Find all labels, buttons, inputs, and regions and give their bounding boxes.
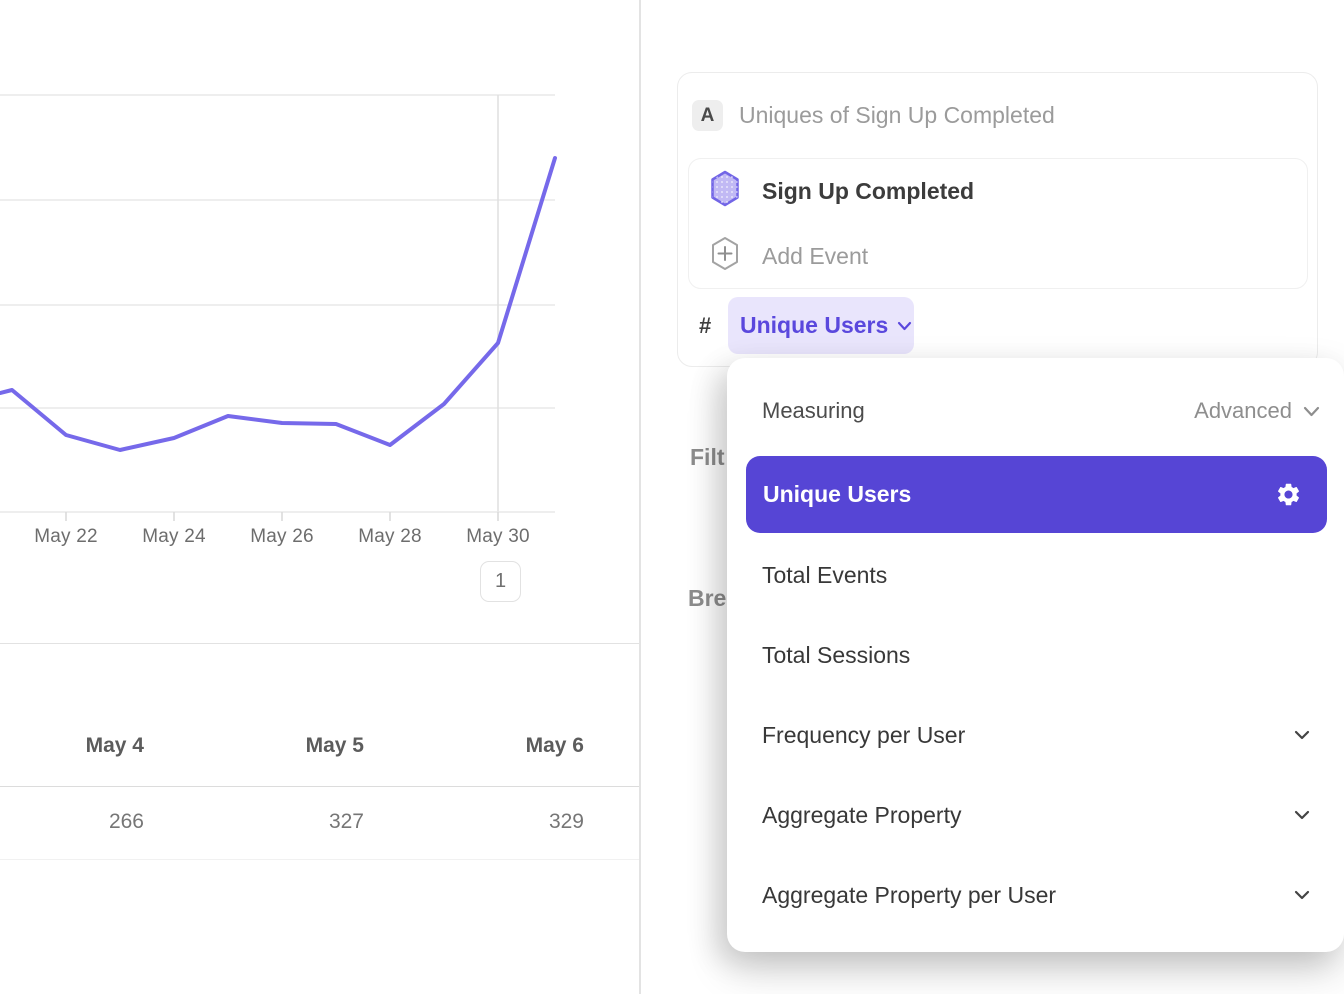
table-cell: 266 <box>4 810 144 836</box>
measuring-dropdown-menu: Measuring Advanced Unique Users Total Ev… <box>727 358 1344 952</box>
line-chart <box>0 0 640 650</box>
analytics-app: May 22 May 24 May 26 May 28 May 30 1 May… <box>0 0 1344 994</box>
chevron-down-icon <box>1303 406 1320 417</box>
query-row-badge: A <box>692 100 723 131</box>
chevron-down-icon <box>1294 890 1310 900</box>
measure-row: # Unique Users <box>699 297 914 354</box>
menu-title: Measuring <box>762 398 865 424</box>
menu-item-total-sessions[interactable]: Total Sessions <box>762 635 1310 675</box>
table-top-divider <box>0 643 639 644</box>
chevron-down-icon <box>1294 810 1310 820</box>
menu-item-label: Total Sessions <box>762 642 910 669</box>
menu-mode-label: Advanced <box>1194 398 1292 424</box>
table-header-separator <box>0 786 639 787</box>
x-axis-label: May 26 <box>236 526 328 548</box>
query-title: Uniques of Sign Up Completed <box>739 102 1055 129</box>
chevron-down-icon <box>1294 730 1310 740</box>
table-row-separator <box>0 859 639 860</box>
menu-mode-toggle[interactable]: Advanced <box>1194 398 1320 424</box>
menu-item-label: Unique Users <box>763 481 911 508</box>
menu-item-frequency-per-user[interactable]: Frequency per User <box>762 715 1310 755</box>
chevron-down-icon <box>897 321 912 331</box>
table-column-header: May 4 <box>4 734 144 760</box>
gear-icon[interactable] <box>1275 481 1302 508</box>
measure-dropdown-button[interactable]: Unique Users <box>728 297 914 354</box>
menu-item-aggregate-property-per-user[interactable]: Aggregate Property per User <box>762 875 1310 915</box>
table-cell: 327 <box>224 810 364 836</box>
add-event-button[interactable]: Add Event <box>710 237 868 275</box>
menu-item-label: Frequency per User <box>762 722 965 749</box>
menu-item-label: Aggregate Property per User <box>762 882 1056 909</box>
measure-dropdown-label: Unique Users <box>740 312 888 339</box>
table-column-header: May 6 <box>444 734 584 760</box>
menu-item-unique-users[interactable]: Unique Users <box>746 456 1327 533</box>
x-axis-label: May 22 <box>20 526 112 548</box>
event-name: Sign Up Completed <box>762 178 974 205</box>
event-hexagon-icon <box>710 170 740 213</box>
event-row[interactable]: Sign Up Completed <box>710 172 974 210</box>
table-cell: 329 <box>444 810 584 836</box>
x-axis-label: May 24 <box>128 526 220 548</box>
measure-type-symbol: # <box>699 313 728 339</box>
panel-divider <box>639 0 641 994</box>
trend-line <box>0 158 555 450</box>
query-card: A Uniques of Sign Up Completed <box>677 72 1318 367</box>
breakdown-section-heading: Bre <box>688 585 726 612</box>
series-page-badge[interactable]: 1 <box>480 561 521 602</box>
filter-section-heading: Filt <box>690 444 725 471</box>
menu-item-label: Total Events <box>762 562 887 589</box>
x-axis-label: May 28 <box>344 526 436 548</box>
add-event-label: Add Event <box>762 243 868 270</box>
x-axis-label: May 30 <box>452 526 544 548</box>
event-card: Sign Up Completed Add Event <box>688 158 1308 289</box>
menu-item-total-events[interactable]: Total Events <box>762 555 1310 595</box>
menu-item-label: Aggregate Property <box>762 802 961 829</box>
add-event-hexagon-plus-icon <box>710 236 740 277</box>
table-column-header: May 5 <box>224 734 364 760</box>
menu-item-aggregate-property[interactable]: Aggregate Property <box>762 795 1310 835</box>
